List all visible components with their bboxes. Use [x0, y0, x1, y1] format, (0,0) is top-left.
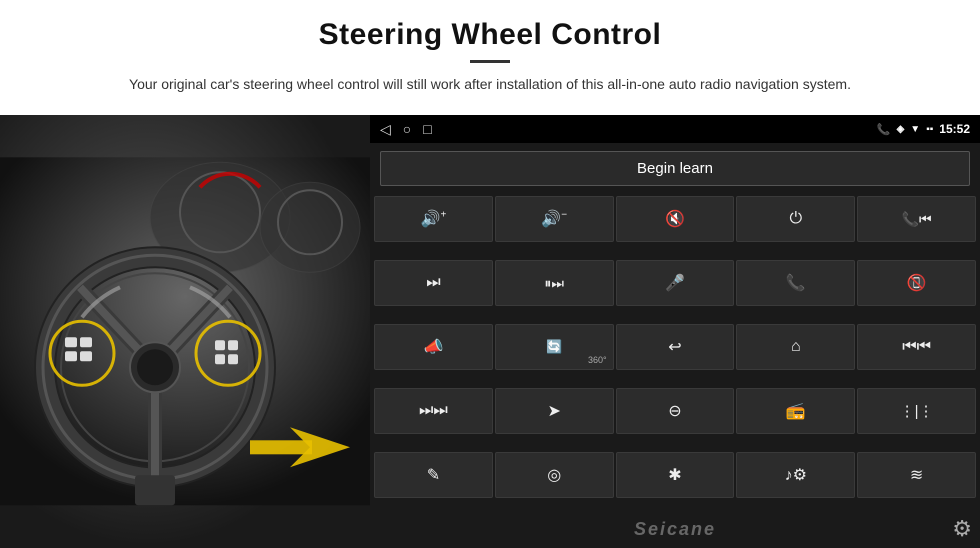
controls-grid: 🔊+ 🔊− 🔇 ⏻ 📞⏮ ⏭ ⏸⏭: [370, 194, 980, 518]
page-title: Steering Wheel Control: [60, 18, 920, 52]
edit-icon: ✎: [427, 465, 440, 485]
equalizer-icon: ≋: [910, 465, 923, 485]
watermark-text: Seicane: [634, 519, 716, 540]
edit-button[interactable]: ✎: [374, 452, 493, 498]
radio-icon: 📻: [786, 401, 806, 421]
radio-button[interactable]: 📻: [736, 388, 855, 434]
phone-button[interactable]: 📞: [736, 260, 855, 306]
camera-button[interactable]: ◎: [495, 452, 614, 498]
wifi-status-icon: ▼: [910, 124, 920, 135]
page-wrapper: Steering Wheel Control Your original car…: [0, 0, 980, 548]
hangup-icon: 📵: [907, 273, 927, 293]
mute-button[interactable]: 🔇: [616, 196, 735, 242]
title-divider: [470, 60, 510, 63]
header-section: Steering Wheel Control Your original car…: [0, 0, 980, 105]
bluetooth-icon: ✱: [668, 465, 681, 485]
home-button[interactable]: ⌂: [736, 324, 855, 370]
next-track-button[interactable]: ⏭: [374, 260, 493, 306]
power-icon: ⏻: [789, 210, 802, 228]
skip-button[interactable]: ⏸⏭: [495, 260, 614, 306]
music-settings-button[interactable]: ♪⚙: [736, 452, 855, 498]
vol-down-button[interactable]: 🔊−: [495, 196, 614, 242]
prev-track-button[interactable]: ⏮⏮: [857, 324, 976, 370]
horn-button[interactable]: 📣: [374, 324, 493, 370]
hangup-button[interactable]: 📵: [857, 260, 976, 306]
nav-back-icon[interactable]: ◁: [380, 121, 391, 138]
call-prev-icon: 📞⏮: [902, 211, 932, 228]
status-right-icons: 📞 ◈ ▼ ▪▪ 15:52: [877, 122, 970, 136]
back-button[interactable]: ↩: [616, 324, 735, 370]
location-status-icon: ◈: [897, 124, 905, 135]
camera-icon: ◎: [547, 465, 561, 485]
settings-gear-icon[interactable]: ⚙: [952, 516, 972, 542]
eq-icon: ⋮|⋮: [900, 402, 934, 420]
mic-button[interactable]: 🎤: [616, 260, 735, 306]
begin-learn-row: Begin learn: [370, 143, 980, 194]
prev-track-icon: ⏮⏮: [902, 338, 931, 356]
fast-forward-icon: ⏭⏭: [419, 402, 448, 420]
eject-icon: ⊖: [668, 401, 681, 421]
nav-home-icon[interactable]: ○: [403, 121, 411, 137]
bottom-bar: Seicane ⚙: [370, 518, 980, 548]
status-bar: ◁ ○ □ 📞 ◈ ▼ ▪▪ 15:52: [370, 115, 980, 143]
fast-forward-button[interactable]: ⏭⏭: [374, 388, 493, 434]
bluetooth-button[interactable]: ✱: [616, 452, 735, 498]
vol-down-icon: 🔊−: [541, 209, 567, 229]
home-icon: ⌂: [791, 338, 801, 356]
signal-bars: ▪▪: [926, 124, 933, 135]
call-prev-button[interactable]: 📞⏮: [857, 196, 976, 242]
subtitle-text: Your original car's steering wheel contr…: [110, 73, 870, 95]
vol-up-button[interactable]: 🔊+: [374, 196, 493, 242]
navigation-button[interactable]: ➤: [495, 388, 614, 434]
steering-wheel-svg: [0, 115, 370, 548]
equalizer-button[interactable]: ≋: [857, 452, 976, 498]
phone-icon: 📞: [786, 273, 806, 293]
vol-up-icon: 🔊+: [421, 209, 447, 229]
next-track-icon: ⏭: [426, 274, 440, 292]
horn-icon: 📣: [423, 337, 443, 357]
mute-icon: 🔇: [665, 209, 685, 229]
mic-icon: 🎤: [665, 273, 685, 293]
status-time: 15:52: [939, 122, 970, 136]
steering-wheel-photo: [0, 115, 370, 548]
music-settings-icon: ♪⚙: [785, 465, 807, 485]
eject-button[interactable]: ⊖: [616, 388, 735, 434]
eq-button[interactable]: ⋮|⋮: [857, 388, 976, 434]
navigation-icon: ➤: [547, 401, 560, 421]
content-area: ◁ ○ □ 📞 ◈ ▼ ▪▪ 15:52 Begin learn: [0, 115, 980, 548]
android-ui-panel: ◁ ○ □ 📞 ◈ ▼ ▪▪ 15:52 Begin learn: [370, 115, 980, 548]
360-button[interactable]: 🔄 360°: [495, 324, 614, 370]
back-icon: ↩: [668, 337, 681, 357]
power-button[interactable]: ⏻: [736, 196, 855, 242]
begin-learn-button[interactable]: Begin learn: [380, 151, 970, 186]
phone-status-icon: 📞: [877, 123, 891, 136]
360-label: 360°: [588, 355, 607, 365]
nav-recent-icon[interactable]: □: [423, 121, 431, 137]
skip-icon: ⏸⏭: [544, 275, 564, 292]
status-nav-icons: ◁ ○ □: [380, 121, 432, 138]
360-icon: 🔄: [546, 339, 562, 355]
